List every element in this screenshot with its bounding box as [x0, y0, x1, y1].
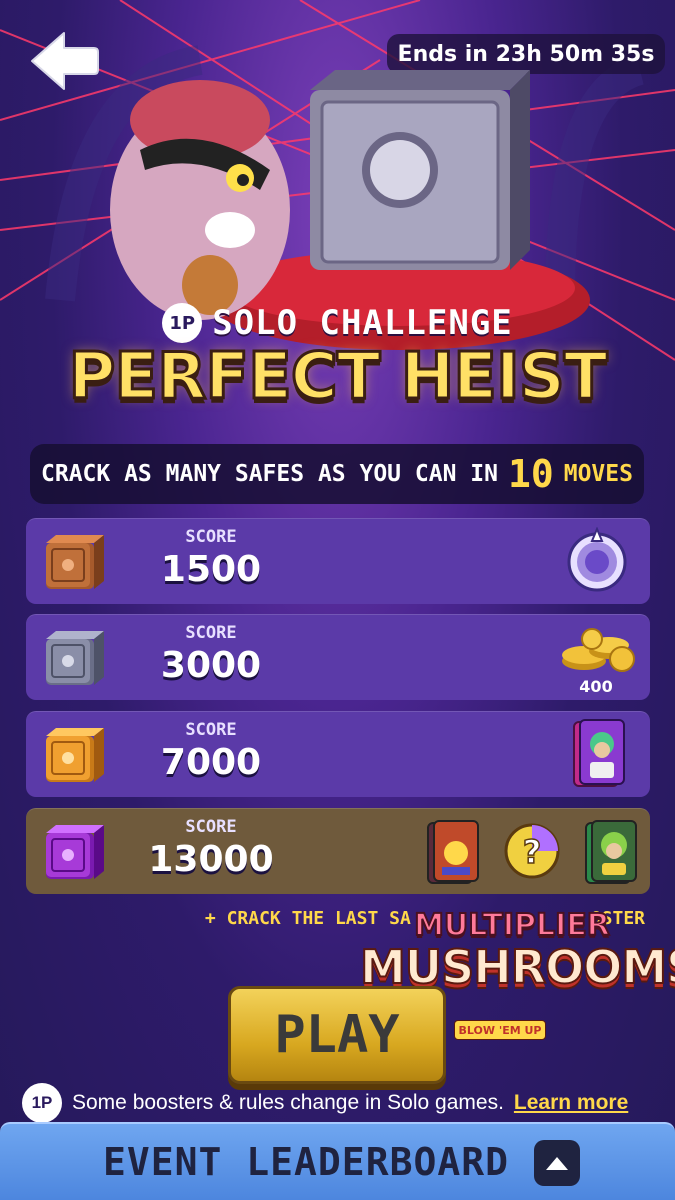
tier-score-label: SCORE — [185, 817, 237, 837]
orange-safe-icon — [46, 728, 104, 782]
rules-text: Some boosters & rules change in Solo gam… — [72, 1091, 504, 1114]
play-button[interactable]: PLAY — [228, 986, 446, 1084]
challenge-instruction: CRACK AS MANY SAFES AS YOU CAN IN 10 MOV… — [30, 444, 644, 504]
chevron-up-icon — [534, 1140, 580, 1186]
subtitle-text: SOLO CHALLENGE — [212, 303, 513, 343]
leaderboard-label: EVENT LEADERBOARD — [103, 1140, 509, 1184]
bronze-safe-icon — [46, 535, 104, 589]
event-leaderboard-button[interactable]: EVENT LEADERBOARD — [0, 1122, 675, 1200]
silver-safe-icon — [46, 631, 104, 685]
reward-tier-4[interactable]: SCORE 13000 ? — [26, 808, 650, 894]
mystery-sticker-icon: ? — [504, 823, 560, 879]
learn-more-link[interactable]: Learn more — [514, 1091, 628, 1115]
card-bundle-icon: ? — [427, 820, 637, 884]
character-card-icon — [573, 719, 625, 787]
moves-count: 10 — [507, 452, 554, 496]
back-arrow-icon — [31, 32, 99, 90]
solo-mode-icon: 1P — [162, 303, 203, 343]
reward-tier-3[interactable]: SCORE 7000 — [26, 711, 650, 797]
booster-tagline: BLOW 'EM UP — [454, 1020, 546, 1040]
tier-score-label: SCORE — [185, 623, 237, 643]
tier-score-label: SCORE — [185, 527, 237, 547]
booster-title-line1: MULTIPLIER — [413, 907, 611, 944]
solo-rules-note: 1P Some boosters & rules change in Solo … — [22, 1082, 662, 1124]
reward-tier-2[interactable]: SCORE 3000 400 — [26, 614, 650, 700]
tier-score: 13000 — [148, 839, 274, 880]
tier-score-label: SCORE — [185, 720, 237, 740]
tier-score: 3000 — [160, 645, 262, 686]
event-title: PERFECT HEIST — [67, 339, 609, 416]
instruction-suffix: MOVES — [563, 461, 633, 487]
character-card-icon — [585, 820, 637, 884]
purple-safe-icon — [46, 825, 104, 879]
solo-mode-icon: 1P — [22, 1083, 62, 1123]
booster-card-icon — [427, 820, 479, 884]
svg-text:?: ? — [523, 833, 542, 871]
tier-score: 7000 — [160, 742, 262, 783]
back-button[interactable] — [28, 30, 100, 92]
tier-score: 1500 — [160, 549, 262, 590]
coins-icon — [562, 628, 635, 672]
reward-tier-1[interactable]: SCORE 1500 — [26, 518, 650, 604]
coins-amount: 400 — [579, 677, 613, 696]
spin-wheel-icon — [567, 527, 627, 592]
instruction-prefix: CRACK AS MANY SAFES AS YOU CAN IN — [41, 461, 498, 487]
